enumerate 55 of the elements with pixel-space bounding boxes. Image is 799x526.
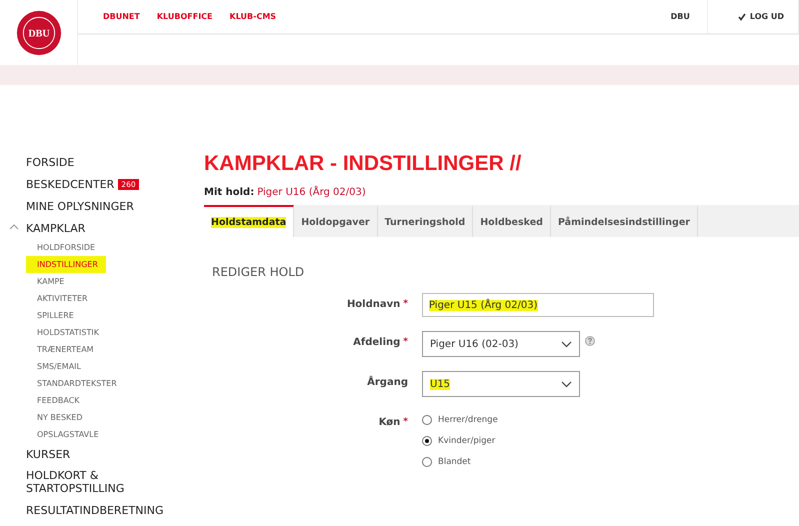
tab[interactable]: Turneringshold xyxy=(378,205,474,237)
dropdown[interactable]: Piger U16 (02-03) xyxy=(422,331,580,357)
caret-icon[interactable] xyxy=(9,224,19,230)
field-label: Årgang xyxy=(367,377,408,388)
tab[interactable]: Påmindelsesindstillinger xyxy=(550,205,698,237)
radio-label[interactable]: Blandet xyxy=(438,457,471,467)
sidebar-item[interactable]: KURSER xyxy=(26,448,70,460)
radio-button[interactable] xyxy=(422,436,432,446)
help-icon[interactable] xyxy=(585,336,595,346)
radio-button[interactable] xyxy=(422,415,432,425)
required-mark: * xyxy=(403,417,408,427)
sidebar-subitem[interactable]: FEEDBACK xyxy=(26,392,80,409)
field-label: Holdnavn xyxy=(346,299,400,310)
radio-label[interactable]: Herrer/drenge xyxy=(438,415,498,425)
required-mark: * xyxy=(403,299,408,309)
logout-link[interactable]: LOG UD xyxy=(706,0,799,33)
sidebar-item[interactable]: HOLDKORT & STARTOPSTILLING xyxy=(26,469,166,495)
check-icon xyxy=(738,12,746,20)
sidebar-subitem[interactable]: OPSLAGSTAVLE xyxy=(26,426,99,443)
tab[interactable]: Holdstamdata xyxy=(204,205,294,237)
sidebar-item[interactable]: MINE OPLYSNINGER xyxy=(26,200,134,212)
sidebar-item[interactable]: FORSIDE xyxy=(26,156,74,168)
section-title: REDIGER HOLD xyxy=(211,264,306,281)
radio-label[interactable]: Kvinder/piger xyxy=(438,436,496,446)
sidebar-subitem[interactable]: SMS/EMAIL xyxy=(26,358,81,375)
field-label: Køn xyxy=(378,417,400,428)
tab[interactable]: Holdbesked xyxy=(473,205,551,237)
sidebar-subitem[interactable]: SPILLERE xyxy=(26,307,74,324)
sidebar-item[interactable]: BESKEDCENTER xyxy=(26,178,114,190)
sidebar-subitem[interactable]: HOLDSTATISTIK xyxy=(26,324,99,341)
sidebar-subitem[interactable]: HOLDFORSIDE xyxy=(26,239,96,256)
team-name: Piger U16 (Årg 02/03) xyxy=(257,187,366,198)
sidebar-subitem[interactable]: STANDARDTEKSTER xyxy=(26,375,117,392)
team-label: Mit hold: xyxy=(204,187,254,198)
sidebar-item[interactable]: KAMPKLAR xyxy=(26,222,86,234)
chevron-down-icon xyxy=(561,380,572,388)
required-mark: * xyxy=(403,337,408,347)
tab[interactable]: Holdopgaver xyxy=(294,205,378,237)
top-nav-link[interactable]: KLUBOFFICE xyxy=(156,12,213,21)
sidebar-subitem[interactable]: AKTIVITETER xyxy=(26,290,88,307)
chevron-down-icon xyxy=(561,340,572,348)
sidebar-item[interactable]: RESULTATINDBERETNING xyxy=(26,504,164,516)
dropdown[interactable]: U15 xyxy=(422,371,580,397)
logo[interactable]: DBU xyxy=(16,10,62,56)
sidebar-subitem[interactable]: INDSTILLINGER xyxy=(26,256,106,273)
page-title: KAMPKLAR - INDSTILLINGER // xyxy=(204,151,522,177)
field-label: Afdeling xyxy=(353,337,400,348)
sidebar-subitem[interactable]: TRÆNERTEAM xyxy=(26,341,94,358)
top-nav-link[interactable]: KLUB-CMS xyxy=(230,12,276,21)
sidebar-subitem[interactable]: NY BESKED xyxy=(26,409,82,426)
top-nav-link[interactable]: DBUNET xyxy=(103,12,140,21)
radio-button[interactable] xyxy=(422,457,432,467)
team-name-field[interactable]: Piger U15 (Årg 02/03) xyxy=(422,293,654,317)
sidebar-subitem[interactable]: KAMPE xyxy=(26,273,64,290)
org-link[interactable]: DBU xyxy=(654,0,707,33)
